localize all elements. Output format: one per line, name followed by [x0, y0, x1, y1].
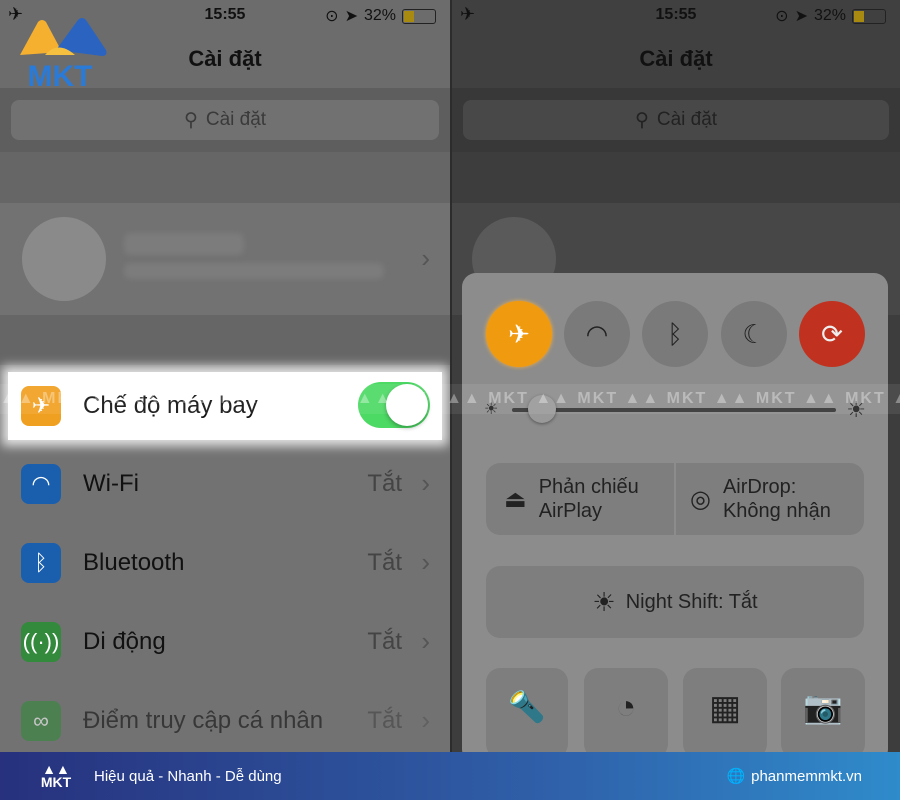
bluetooth-icon: ᛒ — [21, 542, 61, 583]
do-not-disturb-button[interactable]: ☾ — [721, 301, 787, 367]
camera-icon: 📷 — [803, 689, 843, 725]
rotation-lock-icon: ⟳ — [821, 318, 843, 349]
chevron-right-icon: › — [421, 243, 430, 273]
flashlight-icon: 🔦 — [508, 691, 546, 724]
airplay-label: Phản chiếu AirPlay — [538, 476, 639, 522]
battery-icon — [402, 8, 436, 24]
website-text: phanmemmkt.vn — [751, 767, 862, 785]
status-bar: ✈ 15:55 ⊙ ➤ 32% — [452, 4, 900, 26]
list-item-bluetooth[interactable]: ᛒ Bluetooth Tắt › — [0, 523, 450, 602]
calculator-button[interactable]: ▦ — [683, 668, 767, 752]
brightness-high-icon: ☀ — [846, 397, 866, 422]
airplane-mode-toggle[interactable] — [358, 382, 430, 428]
search-icon: ⚲ — [634, 109, 649, 131]
airdrop-button[interactable]: ◎ AirDrop: Không nhận — [676, 463, 864, 535]
list-item-hotspot[interactable]: ∞ Điểm truy cập cá nhân Tắt › — [0, 681, 450, 752]
row-label: Wi-Fi — [83, 469, 139, 497]
airplay-button[interactable]: ⏏ Phản chiếu AirPlay — [486, 463, 674, 535]
row-value: Tắt — [367, 627, 402, 655]
chevron-right-icon: › — [421, 468, 430, 498]
search-placeholder: Cài đặt — [205, 109, 267, 130]
chevron-right-icon: › — [421, 547, 430, 577]
battery-percent: 32% — [813, 7, 846, 24]
rotation-lock-icon: ⊙ — [775, 8, 789, 25]
bluetooth-icon: ᛒ — [667, 318, 683, 349]
night-shift-icon: ☀ — [592, 586, 616, 617]
rotation-lock-button[interactable]: ⟳ — [799, 301, 865, 367]
airplane-mode-button[interactable]: ✈ — [486, 301, 552, 367]
timer-icon: ◔ — [615, 688, 637, 726]
row-label: Bluetooth — [83, 548, 185, 576]
airplane-icon: ✈ — [508, 318, 530, 349]
camera-button[interactable]: 📷 — [781, 668, 865, 752]
svg-text:MKT: MKT — [28, 60, 93, 92]
row-value: Tắt — [367, 706, 402, 734]
wifi-button[interactable]: ◠ — [564, 301, 630, 367]
website-link[interactable]: 🌐 phanmemmkt.vn — [726, 767, 862, 786]
night-shift-label: Night Shift: Tắt — [625, 590, 758, 613]
footer-logo: ▲▲ MKT — [40, 761, 72, 790]
cellular-icon: ((·)) — [21, 621, 61, 662]
battery-percent: 32% — [363, 7, 396, 24]
row-label: Chế độ máy bay — [83, 392, 258, 419]
airdrop-label: AirDrop: Không nhận — [722, 476, 831, 522]
brightness-slider-knob[interactable] — [528, 395, 557, 423]
avatar — [22, 217, 106, 301]
location-icon: ➤ — [344, 8, 358, 25]
battery-icon — [852, 8, 886, 24]
row-label: Di động — [83, 627, 166, 655]
flashlight-button[interactable]: 🔦 — [486, 668, 568, 752]
blurred-name — [124, 233, 244, 255]
search-icon: ⚲ — [183, 109, 198, 131]
hotspot-icon: ∞ — [21, 700, 61, 741]
bluetooth-button[interactable]: ᛒ — [642, 301, 708, 367]
rotation-lock-icon: ⊙ — [325, 8, 339, 25]
row-value: Tắt — [367, 548, 402, 576]
airplane-mode-row[interactable]: ✈ Chế độ máy bay — [8, 372, 442, 440]
brightness-low-icon: ☀ — [484, 401, 499, 418]
wifi-icon: ◠ — [21, 463, 61, 504]
settings-screen: ✈ 15:55 ⊙ ➤ 32% Cài đặt ⚲ Cài đặt › ◠ Wi-Fi T… — [0, 0, 450, 752]
search-placeholder: Cài đặt — [656, 109, 718, 130]
wifi-icon: ◠ — [585, 318, 609, 349]
airdrop-icon: ◎ — [690, 485, 711, 513]
brightness-slider[interactable] — [512, 395, 836, 423]
chevron-right-icon: › — [421, 626, 430, 656]
search-input[interactable]: ⚲ Cài đặt — [463, 100, 889, 140]
blurred-subtitle — [124, 263, 384, 279]
airplane-icon: ✈ — [21, 386, 61, 426]
search-input[interactable]: ⚲ Cài đặt — [11, 100, 439, 140]
moon-icon: ☾ — [742, 318, 766, 349]
timer-button[interactable]: ◔ — [584, 668, 668, 752]
footer-banner: ▲▲ MKT Hiệu quả - Nhanh - Dễ dùng 🌐 phanme… — [0, 752, 900, 800]
page-title: Cài đặt — [639, 46, 713, 71]
chevron-right-icon: › — [421, 705, 430, 735]
location-icon: ➤ — [794, 8, 808, 25]
list-item-wifi[interactable]: ◠ Wi-Fi Tắt › — [0, 444, 450, 523]
profile-row[interactable]: › — [0, 203, 450, 315]
mkt-logo: MKT — [20, 18, 107, 92]
list-item-cellular[interactable]: ((·)) Di động Tắt › — [0, 602, 450, 681]
control-center: ✈ ◠ ᛒ ☾ ⟳ ☀ ☀ ⏏ Phản chiếu AirPlay ◎ AirDr… — [462, 273, 888, 752]
airplay-icon: ⏏ — [504, 485, 527, 513]
footer-slogan: Hiệu quả - Nhanh - Dễ dùng — [94, 767, 282, 785]
control-center-screen: ✈ 15:55 ⊙ ➤ 32% Cài đặt ⚲ Cài đặt ✈ ◠ ᛒ ☾ ⟳… — [452, 0, 900, 752]
night-shift-button[interactable]: ☀ Night Shift: Tắt — [486, 566, 864, 638]
globe-icon: 🌐 — [726, 768, 746, 785]
row-label: Điểm truy cập cá nhân — [83, 706, 324, 734]
row-value: Tắt — [367, 469, 402, 497]
calculator-icon: ▦ — [708, 689, 742, 727]
